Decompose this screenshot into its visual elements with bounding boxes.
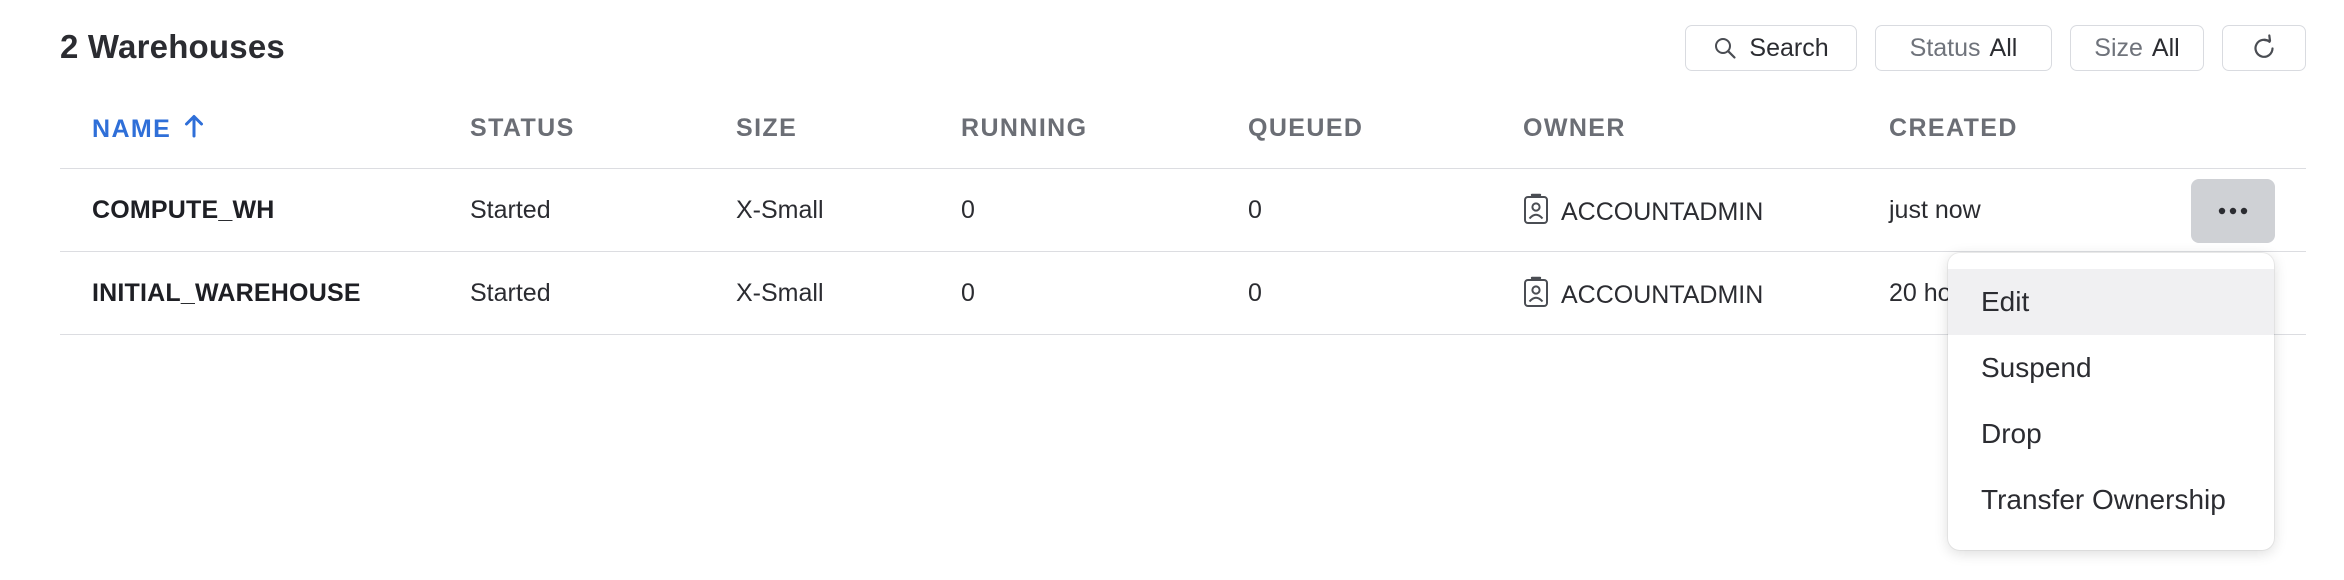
arrow-up-icon bbox=[183, 114, 205, 145]
refresh-button[interactable] bbox=[2222, 25, 2306, 71]
role-badge-icon bbox=[1523, 276, 1549, 315]
role-badge-icon bbox=[1523, 193, 1549, 232]
status-filter-label: Status bbox=[1909, 33, 1981, 62]
warehouse-queued: 0 bbox=[1248, 279, 1262, 307]
warehouse-owner: ACCOUNTADMIN bbox=[1523, 276, 1763, 315]
owner-label: ACCOUNTADMIN bbox=[1561, 281, 1764, 309]
warehouse-running: 0 bbox=[961, 196, 975, 224]
size-filter-label: Size bbox=[2094, 33, 2143, 62]
menu-item-transfer-ownership[interactable]: Transfer Ownership bbox=[1948, 467, 2274, 533]
column-header-name-label: NAME bbox=[92, 115, 172, 143]
ellipsis-icon bbox=[2218, 202, 2248, 220]
size-filter-value: All bbox=[2151, 33, 2180, 62]
size-filter-button[interactable]: Size All bbox=[2070, 25, 2204, 71]
page-title: 2 Warehouses bbox=[60, 28, 285, 65]
search-button-label: Search bbox=[1749, 33, 1829, 62]
status-filter-button[interactable]: Status All bbox=[1875, 25, 2052, 71]
warehouse-status: Started bbox=[470, 196, 551, 224]
table-row[interactable]: COMPUTE_WH Started X-Small 0 0 ACCOUNTAD… bbox=[60, 169, 2306, 252]
toolbar: Search Status All Size All bbox=[1685, 25, 2306, 71]
warehouse-size: X-Small bbox=[736, 196, 824, 224]
column-header-status[interactable]: STATUS bbox=[470, 114, 575, 143]
search-button[interactable]: Search bbox=[1685, 25, 1857, 71]
row-actions-menu: Edit Suspend Drop Transfer Ownership bbox=[1948, 253, 2274, 550]
status-filter-value: All bbox=[1989, 33, 2018, 62]
column-header-created[interactable]: CREATED bbox=[1889, 114, 2018, 143]
row-actions-button[interactable] bbox=[2191, 179, 2275, 243]
warehouse-name[interactable]: INITIAL_WAREHOUSE bbox=[92, 279, 361, 308]
warehouse-created: just now bbox=[1889, 196, 1981, 224]
menu-item-edit[interactable]: Edit bbox=[1948, 269, 2274, 335]
column-header-name[interactable]: NAME bbox=[92, 114, 205, 145]
column-header-size[interactable]: SIZE bbox=[736, 114, 797, 143]
column-header-owner[interactable]: OWNER bbox=[1523, 114, 1626, 143]
column-header-running[interactable]: RUNNING bbox=[961, 114, 1087, 143]
menu-item-drop[interactable]: Drop bbox=[1948, 401, 2274, 467]
warehouse-queued: 0 bbox=[1248, 196, 1262, 224]
search-icon bbox=[1713, 36, 1737, 60]
warehouse-owner: ACCOUNTADMIN bbox=[1523, 193, 1763, 232]
warehouse-name[interactable]: COMPUTE_WH bbox=[92, 196, 275, 225]
warehouse-size: X-Small bbox=[736, 279, 824, 307]
warehouse-status: Started bbox=[470, 279, 551, 307]
refresh-icon bbox=[2250, 34, 2278, 62]
warehouse-running: 0 bbox=[961, 279, 975, 307]
menu-item-suspend[interactable]: Suspend bbox=[1948, 335, 2274, 401]
column-header-queued[interactable]: QUEUED bbox=[1248, 114, 1363, 143]
table-header: NAME STATUS SIZE RUNNING QUEUED OWNER CR… bbox=[60, 92, 2306, 169]
warehouse-created: 20 ho bbox=[1889, 279, 1952, 307]
owner-label: ACCOUNTADMIN bbox=[1561, 198, 1764, 226]
